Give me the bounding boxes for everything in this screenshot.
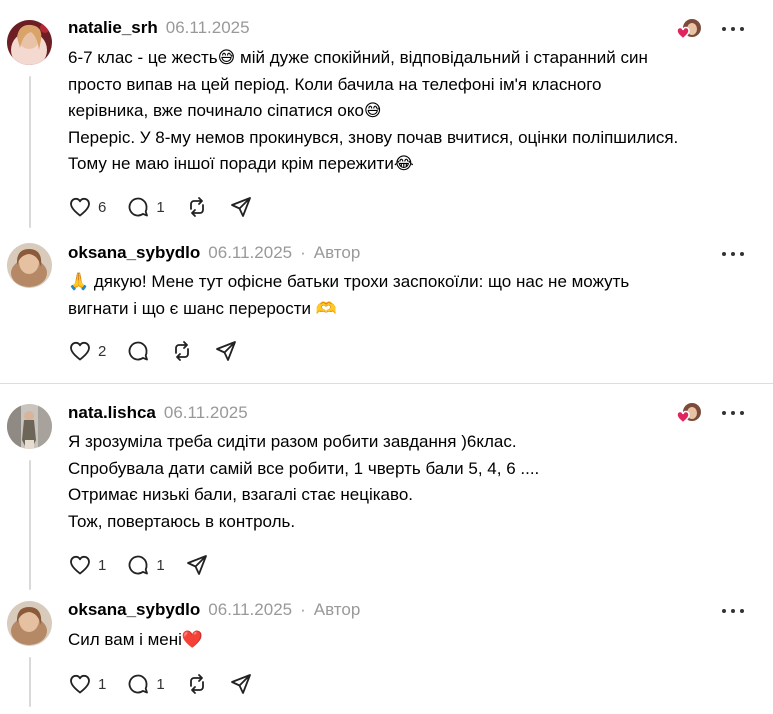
more-options-icon[interactable] bbox=[722, 403, 744, 423]
liked-by-author-badge bbox=[675, 402, 703, 426]
like-count: 1 bbox=[98, 556, 107, 574]
heart-icon bbox=[70, 197, 90, 217]
repost-icon bbox=[175, 341, 190, 361]
text-line: Тож, повертаюсь в контроль. bbox=[68, 511, 296, 531]
heart-icon bbox=[70, 555, 90, 575]
liked-by-author-badge bbox=[675, 18, 703, 42]
text-line: Я зрозуміла треба сидіти разом робити за… bbox=[68, 432, 517, 451]
heart-icon bbox=[70, 341, 90, 361]
post-date[interactable]: 06.11.2025 bbox=[208, 600, 292, 620]
reply-button[interactable]: 1 bbox=[126, 194, 165, 220]
action-bar: 1 1 bbox=[68, 671, 273, 697]
text-line: керівника, вже починало сіпатися око😅 bbox=[68, 101, 382, 120]
comment-nata: nata.lishca 06.11.2025 Я зрозуміла треба… bbox=[0, 384, 773, 594]
comment-text: Сил вам і мені❤️ bbox=[68, 627, 763, 654]
comment-oksana-2: oksana_sybydlo 06.11.2025 · Автор Сил ва… bbox=[0, 594, 773, 714]
thread-line bbox=[29, 657, 31, 707]
like-button[interactable]: 2 bbox=[68, 338, 106, 364]
author-badge: Автор bbox=[313, 600, 361, 619]
avatar[interactable] bbox=[7, 20, 52, 65]
username[interactable]: oksana_sybydlo bbox=[68, 600, 200, 620]
action-bar: 2 bbox=[68, 338, 258, 364]
share-button[interactable] bbox=[229, 671, 253, 697]
like-count: 1 bbox=[98, 675, 107, 693]
more-options-icon[interactable] bbox=[722, 244, 744, 264]
reply-button[interactable]: 1 bbox=[126, 671, 165, 697]
thread-line bbox=[29, 76, 31, 228]
reply-count: 1 bbox=[156, 198, 165, 216]
reply-button[interactable]: 1 bbox=[126, 552, 165, 578]
like-button[interactable]: 1 bbox=[68, 552, 106, 578]
text-line: вигнати і що є шанс перерости 🫶 bbox=[68, 298, 337, 318]
username[interactable]: oksana_sybydlo bbox=[68, 243, 200, 263]
text-line: Спробувала дати самій все робити, 1 чвер… bbox=[68, 458, 540, 478]
share-icon bbox=[186, 555, 207, 575]
like-button[interactable]: 1 bbox=[68, 671, 106, 697]
more-options-icon[interactable] bbox=[722, 601, 744, 621]
like-count: 6 bbox=[98, 198, 107, 216]
author-badge: Автор bbox=[313, 243, 361, 262]
repost-button[interactable] bbox=[170, 338, 194, 364]
reply-button[interactable] bbox=[126, 338, 150, 364]
repost-icon bbox=[189, 674, 204, 694]
avatar[interactable] bbox=[7, 243, 52, 288]
post-date[interactable]: 06.11.2025 bbox=[164, 403, 248, 423]
text-line: 6-7 клас - це жесть😅 мій дуже спокійний,… bbox=[68, 48, 648, 67]
action-bar: 1 1 bbox=[68, 552, 229, 578]
comment-header: oksana_sybydlo 06.11.2025 · Автор bbox=[68, 600, 360, 620]
reply-count: 1 bbox=[156, 556, 165, 574]
avatar[interactable] bbox=[7, 601, 52, 646]
share-icon bbox=[216, 341, 237, 361]
heart-icon bbox=[70, 674, 90, 694]
reply-count: 1 bbox=[156, 675, 165, 693]
comment-icon bbox=[128, 674, 149, 694]
text-line: Отримає низькі бали, взагалі стає неціка… bbox=[68, 485, 414, 504]
post-date[interactable]: 06.11.2025 bbox=[208, 243, 292, 263]
separator-dot: · bbox=[300, 600, 306, 619]
comment-text: 6-7 клас - це жесть😅 мій дуже спокійний,… bbox=[68, 45, 763, 178]
like-count: 2 bbox=[98, 342, 107, 360]
avatar[interactable] bbox=[7, 404, 52, 449]
text-line: 🙏 дякую! Мене тут офісне батьки трохи за… bbox=[68, 272, 630, 291]
comment-icon bbox=[128, 197, 149, 217]
comment-natalie: natalie_srh 06.11.2025 6-7 клас - це жес… bbox=[0, 0, 773, 240]
text-line: Сил вам і мені❤️ bbox=[68, 630, 204, 649]
post-date[interactable]: 06.11.2025 bbox=[166, 18, 250, 38]
text-line: просто випав на цей період. Коли бачила … bbox=[68, 74, 602, 94]
repost-button[interactable] bbox=[185, 194, 209, 220]
comment-header: oksana_sybydlo 06.11.2025 · Автор bbox=[68, 243, 360, 263]
more-options-icon[interactable] bbox=[722, 19, 744, 39]
action-bar: 6 1 bbox=[68, 194, 273, 220]
share-button[interactable] bbox=[229, 194, 253, 220]
share-button[interactable] bbox=[185, 552, 209, 578]
text-line: Тому не маю іншої поради крім пережити😂 bbox=[68, 154, 414, 173]
comment-icon bbox=[128, 555, 149, 575]
username[interactable]: nata.lishca bbox=[68, 403, 156, 423]
share-icon bbox=[230, 197, 251, 217]
comment-text: Я зрозуміла треба сидіти разом робити за… bbox=[68, 429, 763, 535]
like-button[interactable]: 6 bbox=[68, 194, 106, 220]
share-icon bbox=[230, 674, 251, 694]
comment-text: 🙏 дякую! Мене тут офісне батьки трохи за… bbox=[68, 269, 763, 322]
comment-icon bbox=[128, 341, 149, 361]
repost-icon bbox=[189, 197, 204, 217]
comment-header: nata.lishca 06.11.2025 bbox=[68, 403, 248, 423]
thread-line bbox=[29, 460, 31, 590]
comment-oksana-1: oksana_sybydlo 06.11.2025 · Автор 🙏 дяку… bbox=[0, 240, 773, 383]
repost-button[interactable] bbox=[185, 671, 209, 697]
text-line: Перерiс. У 8-му немов прокинувся, знову … bbox=[68, 127, 679, 147]
separator-dot: · bbox=[300, 243, 306, 262]
comment-header: natalie_srh 06.11.2025 bbox=[68, 18, 250, 38]
username[interactable]: natalie_srh bbox=[68, 18, 158, 38]
share-button[interactable] bbox=[214, 338, 238, 364]
